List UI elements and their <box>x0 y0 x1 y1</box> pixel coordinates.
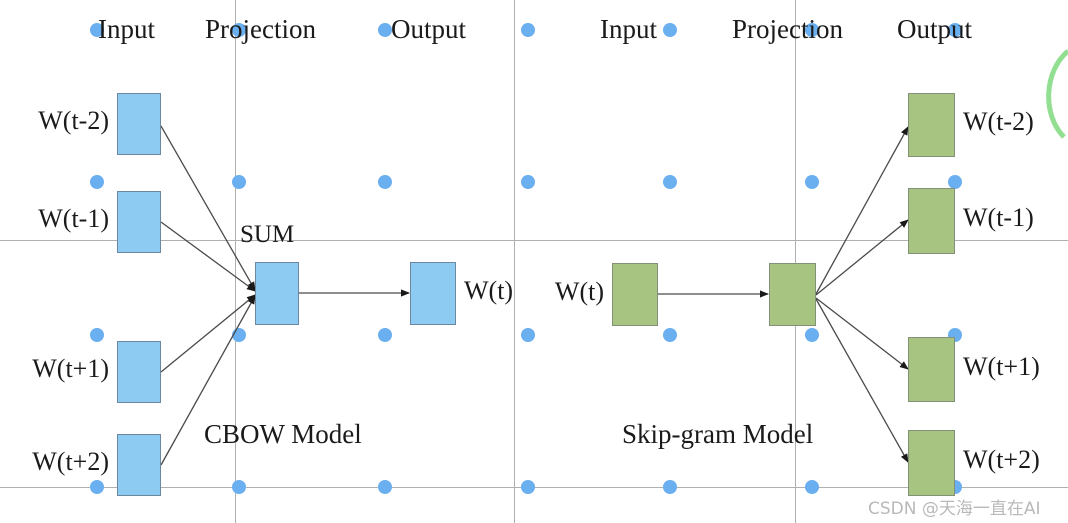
cbow-input-3-label: W(t+2) <box>32 447 109 476</box>
edge-skipgram-proj-to-wt1 <box>815 219 909 296</box>
grid-dot <box>378 480 392 494</box>
skipgram-input-box[interactable] <box>612 263 658 326</box>
skipgram-output-2-label: W(t+1) <box>963 351 1040 381</box>
skipgram-output-3-label: W(t+2) <box>963 445 1040 474</box>
skipgram-output-0-label: W(t-2) <box>963 107 1034 136</box>
cbow-header-projection: Projection <box>205 14 316 44</box>
cbow-model-title: CBOW Model <box>204 419 362 449</box>
skipgram-projection-box[interactable] <box>769 263 816 326</box>
grid-dot <box>90 175 104 189</box>
grid-dot <box>378 175 392 189</box>
grid-dot <box>232 328 246 342</box>
watermark: CSDN @天海一直在AI <box>868 499 1041 519</box>
grid-dot <box>90 328 104 342</box>
grid-dot <box>805 175 819 189</box>
skipgram-output-1-box[interactable] <box>908 188 955 254</box>
grid-dot <box>663 23 677 37</box>
grid-dot <box>663 328 677 342</box>
cbow-projection-box[interactable] <box>255 262 299 325</box>
diagram-canvas: W(t-2) W(t-1) W(t+1) W(t+2) W(t) W(t) W(t-2) W(… <box>0 0 1068 523</box>
edge-skipgram-proj-to-wtp1 <box>815 297 909 370</box>
cbow-input-0-label: W(t-2) <box>38 106 109 135</box>
skipgram-output-1-label: W(t-1) <box>963 203 1034 232</box>
cbow-header-input: Input <box>98 14 155 44</box>
skipgram-model-title: Skip-gram Model <box>622 419 814 449</box>
skipgram-input-label: W(t) <box>554 276 604 306</box>
skipgram-output-0-box[interactable] <box>908 93 955 157</box>
grid-dot <box>378 328 392 342</box>
skipgram-output-2-box[interactable] <box>908 337 955 402</box>
skipgram-header-input: Input <box>600 14 657 44</box>
grid-dot <box>805 480 819 494</box>
cbow-output-box[interactable] <box>410 262 456 325</box>
grid-dot <box>90 480 104 494</box>
grid-dot <box>805 328 819 342</box>
cbow-input-1-box[interactable] <box>117 191 161 253</box>
grid-dot <box>663 175 677 189</box>
grid-dot <box>521 175 535 189</box>
grid-dot <box>521 328 535 342</box>
edge-cbow-wt2-to-sum <box>160 125 256 291</box>
grid-dot <box>232 175 246 189</box>
sum-label: SUM <box>240 221 295 248</box>
skipgram-output-3-box[interactable] <box>908 430 955 496</box>
skipgram-header-projection: Projection <box>732 14 843 44</box>
cbow-header-output: Output <box>391 14 467 44</box>
grid-dot <box>521 480 535 494</box>
decorative-arc <box>1046 49 1068 139</box>
cbow-input-2-label: W(t+1) <box>32 354 109 383</box>
cbow-input-2-box[interactable] <box>117 341 161 403</box>
grid-line-vertical-1 <box>514 0 515 523</box>
grid-dot <box>948 175 962 189</box>
cbow-input-1-label: W(t-1) <box>38 204 109 233</box>
cbow-input-0-box[interactable] <box>117 93 161 155</box>
grid-dot <box>663 480 677 494</box>
skipgram-header-output: Output <box>897 14 973 44</box>
grid-dot <box>378 23 392 37</box>
grid-dot <box>521 23 535 37</box>
edge-skipgram-proj-to-wtp2 <box>815 298 909 463</box>
cbow-input-3-box[interactable] <box>117 434 161 496</box>
edge-skipgram-proj-to-wt2 <box>815 126 909 295</box>
cbow-output-label: W(t) <box>464 275 514 305</box>
grid-dot <box>232 480 246 494</box>
